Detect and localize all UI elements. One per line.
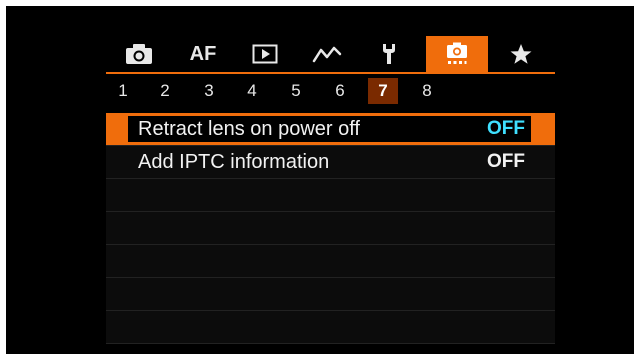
page-4[interactable]: 4 [237, 78, 267, 104]
menu-item-add-iptc[interactable]: Add IPTC information OFF [106, 146, 555, 179]
page-1[interactable]: 1 [108, 78, 138, 104]
camera-screen: AF 1 2 3 4 5 6 7 8 Retract lens on power… [6, 6, 634, 354]
menu-list: Retract lens on power off OFF Add IPTC i… [106, 113, 555, 344]
tab-playback[interactable] [234, 36, 296, 72]
shooting-custom-icon [447, 42, 467, 64]
page-8[interactable]: 8 [412, 78, 442, 104]
page-5[interactable]: 5 [281, 78, 311, 104]
camera-icon [126, 44, 152, 64]
menu-item-label: Retract lens on power off [138, 118, 360, 140]
menu-tab-bar: AF [106, 36, 555, 76]
tab-underline [106, 72, 555, 74]
menu-item-label: Add IPTC information [138, 151, 330, 173]
wireless-icon [312, 46, 342, 63]
tab-af[interactable]: AF [172, 36, 234, 72]
page-index: 1 2 3 4 5 6 7 8 [106, 76, 555, 106]
empty-row [106, 311, 555, 344]
wrench-icon [383, 44, 395, 64]
tab-wireless[interactable] [296, 36, 358, 72]
selected-highlight: Retract lens on power off OFF [128, 116, 531, 142]
playback-icon [252, 44, 278, 64]
tab-my-menu[interactable] [490, 36, 552, 72]
row-content: Add IPTC information OFF [128, 149, 531, 175]
page-7[interactable]: 7 [368, 78, 398, 104]
tab-setup[interactable] [358, 36, 420, 72]
empty-row [106, 245, 555, 278]
page-2[interactable]: 2 [150, 78, 180, 104]
empty-row [106, 179, 555, 212]
tab-custom-functions[interactable] [426, 36, 488, 72]
page-6[interactable]: 6 [325, 78, 355, 104]
tab-shooting[interactable] [108, 36, 170, 72]
empty-row [106, 212, 555, 245]
af-tab-label: AF [189, 42, 217, 65]
menu-item-retract-lens[interactable]: Retract lens on power off OFF [106, 113, 555, 146]
menu-item-value: OFF [487, 118, 525, 139]
empty-row [106, 278, 555, 311]
menu-item-value: OFF [487, 151, 525, 172]
page-3[interactable]: 3 [194, 78, 224, 104]
star-icon [510, 44, 532, 64]
